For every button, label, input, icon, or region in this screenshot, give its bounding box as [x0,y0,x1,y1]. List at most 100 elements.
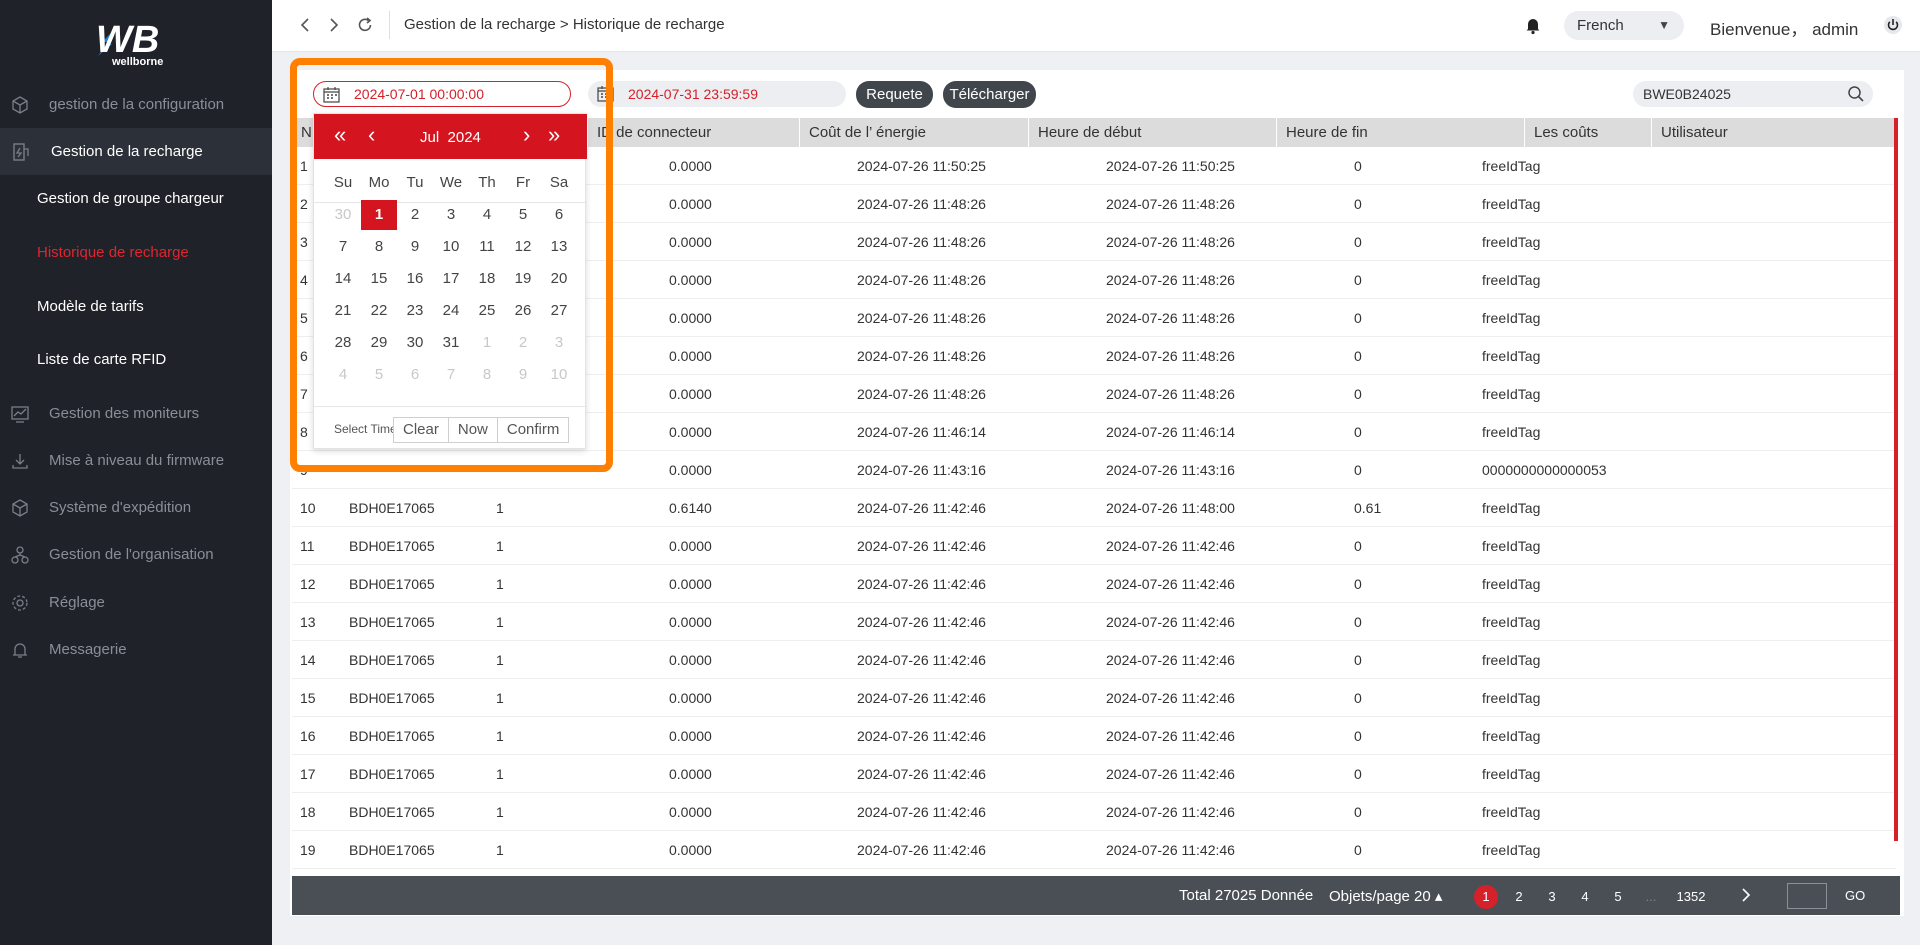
back-icon[interactable] [294,14,316,36]
page-jump-input[interactable] [1787,883,1827,909]
calendar-day[interactable]: 10 [433,232,469,262]
column-header-end-time[interactable]: Heure de fin [1276,118,1524,147]
column-header-energy-cost[interactable]: Coût de l’ énergie [799,118,1028,147]
end-date-input[interactable]: 2024-07-31 23:59:59 [588,81,846,107]
calendar-day[interactable]: 10 [541,360,577,390]
calendar-day[interactable]: 30 [325,200,361,230]
calendar-day[interactable]: 12 [505,232,541,262]
start-date-input[interactable]: 2024-07-01 00:00:00 [313,81,571,107]
select-time-link[interactable]: Select Time [334,422,394,436]
calendar-day[interactable]: 3 [433,200,469,230]
table-row[interactable]: 9 0.0000 2024-07-26 11:43:16 2024-07-26 11:… [292,451,1896,489]
calendar-day[interactable]: 18 [469,264,505,294]
column-header-costs[interactable]: Les coûts [1524,118,1651,147]
next-month-icon[interactable]: › [523,124,530,146]
table-row[interactable]: 13 BDH0E17065 1 0.0000 2024-07-26 11:42:46 20… [292,603,1896,641]
sidebar-item-messaging[interactable]: Messagerie [0,626,272,673]
calendar-day[interactable]: 14 [325,264,361,294]
calendar-day[interactable]: 31 [433,328,469,358]
calendar-day[interactable]: 8 [469,360,505,390]
sidebar-item-charging-history[interactable]: Historique de recharge [37,237,189,267]
calendar-day[interactable]: 9 [505,360,541,390]
now-button[interactable]: Now [447,418,497,442]
calendar-day[interactable]: 28 [325,328,361,358]
calendar-day[interactable]: 6 [397,360,433,390]
calendar-day[interactable]: 13 [541,232,577,262]
sidebar-item-charging[interactable]: Gestion de la recharge [0,128,272,175]
calendar-day[interactable]: 22 [361,296,397,326]
page-button-last[interactable]: 1352 [1673,885,1709,909]
calendar-day[interactable]: 27 [541,296,577,326]
column-header-start-time[interactable]: Heure de début [1028,118,1276,147]
page-button-5[interactable]: 5 [1606,885,1630,909]
clear-button[interactable]: Clear [394,418,448,442]
page-button-2[interactable]: 2 [1507,885,1531,909]
calendar-day[interactable]: 3 [541,328,577,358]
column-header-user[interactable]: Utilisateur [1651,118,1896,147]
table-row[interactable]: 12 BDH0E17065 1 0.0000 2024-07-26 11:42:46 20… [292,565,1896,603]
refresh-icon[interactable] [354,14,376,36]
calendar-day[interactable]: 15 [361,264,397,294]
calendar-day[interactable]: 5 [361,360,397,390]
date-picker-year[interactable]: 2024 [448,129,481,146]
calendar-day[interactable]: 26 [505,296,541,326]
go-button[interactable]: GO [1845,888,1865,903]
table-row[interactable]: 16 BDH0E17065 1 0.0000 2024-07-26 11:42:46 20… [292,717,1896,755]
date-picker-month-year[interactable]: Jul 2024 [420,129,481,146]
table-row[interactable]: 10 BDH0E17065 1 0.6140 2024-07-26 11:42:46 20… [292,489,1896,527]
calendar-day[interactable]: 21 [325,296,361,326]
query-button[interactable]: Requete [856,81,933,108]
calendar-day[interactable]: 20 [541,264,577,294]
calendar-day[interactable]: 16 [397,264,433,294]
sidebar-item-organization[interactable]: Gestion de l'organisation [0,531,272,578]
sidebar-item-shipping[interactable]: Système d'expédition [0,484,272,531]
wellborne-logo[interactable]: WB wellborne [92,14,182,74]
page-button-4[interactable]: 4 [1573,885,1597,909]
table-row[interactable]: 14 BDH0E17065 1 0.0000 2024-07-26 11:42:46 20… [292,641,1896,679]
sidebar-item-tariff-models[interactable]: Modèle de tarifs [37,291,144,321]
calendar-day[interactable]: 7 [433,360,469,390]
calendar-day[interactable]: 11 [469,232,505,262]
calendar-day[interactable]: 29 [361,328,397,358]
table-scrollbar[interactable] [1894,118,1898,841]
calendar-day[interactable]: 17 [433,264,469,294]
sidebar-item-monitors[interactable]: Gestion des moniteurs [0,390,272,437]
date-picker-month[interactable]: Jul [420,129,439,146]
sidebar-item-settings[interactable]: Réglage [0,579,272,626]
calendar-day[interactable]: 24 [433,296,469,326]
table-row[interactable]: 19 BDH0E17065 1 0.0000 2024-07-26 11:42:46 20… [292,831,1896,869]
prev-month-icon[interactable]: ‹ [368,124,375,146]
power-logout-icon[interactable] [1883,15,1903,35]
next-page-icon[interactable] [1740,887,1752,907]
table-row[interactable]: 11 BDH0E17065 1 0.0000 2024-07-26 11:42:46 20… [292,527,1896,565]
calendar-day[interactable]: 7 [325,232,361,262]
search-input[interactable]: BWE0B24025 [1633,81,1873,107]
language-select[interactable]: French ▼ [1564,11,1684,40]
sidebar-item-firmware[interactable]: Mise à niveau du firmware [0,437,272,484]
calendar-day[interactable]: 25 [469,296,505,326]
table-row[interactable]: 15 BDH0E17065 1 0.0000 2024-07-26 11:42:46 20… [292,679,1896,717]
column-header-connector-id[interactable]: ID de connecteur [587,118,799,147]
download-button[interactable]: Télécharger [943,81,1036,108]
calendar-day-selected[interactable]: 1 [361,200,397,230]
page-button-1[interactable]: 1 [1474,885,1498,909]
calendar-day[interactable]: 23 [397,296,433,326]
calendar-day[interactable]: 2 [397,200,433,230]
search-icon[interactable] [1847,85,1865,103]
calendar-day[interactable]: 4 [325,360,361,390]
calendar-day[interactable]: 4 [469,200,505,230]
confirm-button[interactable]: Confirm [496,418,569,442]
sidebar-item-rfid-list[interactable]: Liste de carte RFID [37,344,166,374]
calendar-day[interactable]: 30 [397,328,433,358]
calendar-day[interactable]: 8 [361,232,397,262]
next-year-icon[interactable]: » [548,124,560,146]
prev-year-icon[interactable]: « [334,124,346,146]
sidebar-item-configuration[interactable]: gestion de la configuration [0,81,272,128]
sidebar-item-charger-groups[interactable]: Gestion de groupe chargeur [37,183,224,213]
calendar-day[interactable]: 6 [541,200,577,230]
calendar-day[interactable]: 9 [397,232,433,262]
notification-bell-icon[interactable] [1522,14,1544,36]
calendar-day[interactable]: 19 [505,264,541,294]
calendar-day[interactable]: 1 [469,328,505,358]
calendar-day[interactable]: 5 [505,200,541,230]
